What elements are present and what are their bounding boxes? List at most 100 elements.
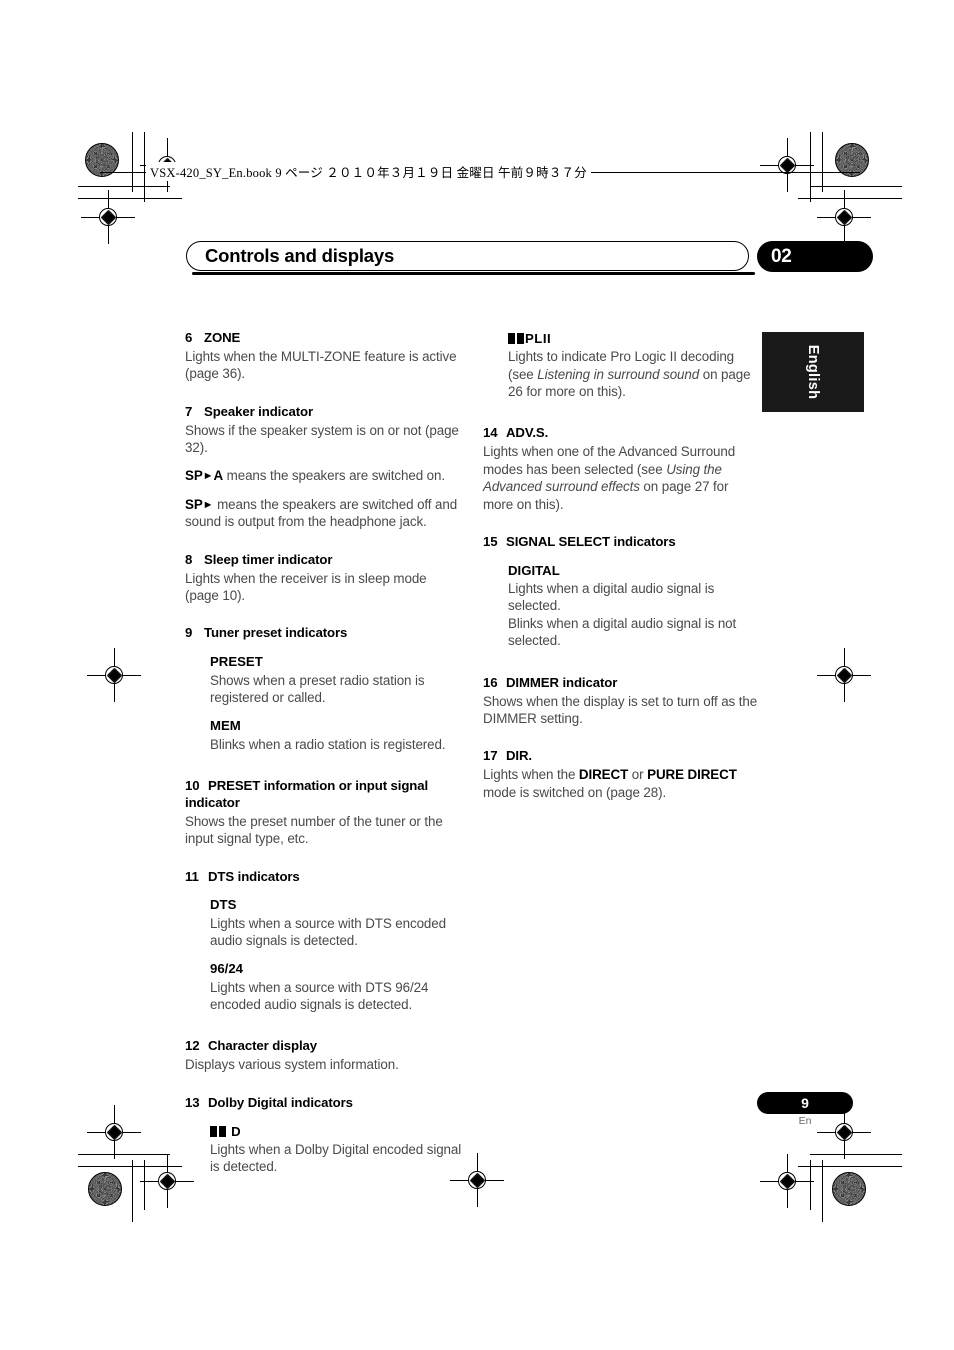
entry-17-number: 17: [483, 748, 498, 764]
pl2-body-italic: Listening in surround sound: [537, 366, 700, 382]
entry-7-note-2: SP► means the speakers are switched off …: [185, 496, 463, 531]
page-number: 9: [801, 1095, 809, 1111]
left-column: 6 ZONE Lights when the MULTI-ZONE feature…: [185, 330, 463, 1188]
entry-6-number: 6: [185, 330, 193, 345]
entry-14-body: Lights when one of the Advanced Surround…: [483, 443, 761, 513]
entry-17-title: DIR.: [506, 748, 532, 764]
entry-8-heading: 8 Sleep timer indicator: [185, 552, 463, 569]
page-number-suffix: En: [798, 1115, 812, 1127]
crop-mark-top-right-h1: [810, 186, 902, 188]
entry-13-sub-dolby-d-label: D: [210, 1123, 463, 1140]
entry-15-sub-digital-body-2: Blinks when a digital audio signal is no…: [508, 615, 737, 649]
crop-mark-top-left-h2: [78, 198, 182, 200]
entry-9-sub-mem: MEM Blinks when a radio station is regis…: [210, 717, 463, 753]
crop-mark-bottom-left-v2: [144, 1160, 146, 1210]
entry-10-title: PRESET information or input signal indic…: [185, 777, 429, 810]
dolby-double-d-icon: [218, 1125, 226, 1137]
entry-9-sub-mem-body: Blinks when a radio station is registere…: [210, 736, 446, 752]
play-triangle-icon: ►: [202, 470, 214, 483]
entry-13-sub-pl2-block: PLII Lights to indicate Pro Logic II dec…: [508, 330, 761, 400]
entry-11-sub-dts-label: DTS: [210, 897, 237, 913]
entry-17-body-part-1: Lights when the: [483, 767, 579, 783]
entry-7-body: Shows if the speaker system is on or not…: [185, 422, 459, 456]
entry-13-sub-dolby-d-text: D: [231, 1123, 242, 1139]
entry-7-note-1-rest: means the speakers are switched on.: [223, 468, 445, 484]
entry-6-title: ZONE: [204, 330, 241, 345]
entry-17-body: Lights when the DIRECT or PURE DIRECT mo…: [483, 766, 761, 801]
entry-13-sub-pl2-body: Lights to indicate Pro Logic II decoding…: [508, 348, 761, 400]
entry-7-note-1-bold: SP: [185, 468, 203, 484]
page-title: Controls and displays: [205, 245, 395, 266]
play-triangle-icon: ►: [202, 498, 214, 511]
entry-9-sub-mem-label: MEM: [210, 718, 241, 734]
registration-mark-bottom-left-inner: [140, 1154, 194, 1208]
entry-15-sub-digital: DIGITAL Lights when a digital audio sign…: [508, 562, 761, 650]
entry-12-number: 12: [185, 1038, 200, 1054]
entry-7-heading: 7 Speaker indicator: [185, 404, 463, 421]
dolby-double-d-icon: [210, 1125, 217, 1137]
entry-15-sub-digital-label: DIGITAL: [508, 562, 560, 578]
halftone-target-bottom-left: [88, 1172, 122, 1206]
entry-11-sub-dts-body: Lights when a source with DTS encoded au…: [210, 915, 446, 949]
entry-10-body: Shows the preset number of the tuner or …: [185, 813, 443, 847]
entry-16-title: DIMMER indicator: [506, 674, 618, 690]
registration-mark-left-upper: [81, 190, 135, 244]
entry-14-heading: 14 ADV.S.: [483, 425, 761, 442]
entry-13-title: Dolby Digital indicators: [208, 1094, 353, 1110]
entry-13-sub-dolby-d-body: Lights when a Dolby Digital encoded sign…: [210, 1141, 462, 1175]
entry-8-sleep-timer-indicator: 8 Sleep timer indicator Lights when the r…: [185, 552, 463, 605]
chapter-number-badge: 02: [757, 241, 873, 272]
entry-17-body-bold-1: DIRECT: [578, 767, 629, 783]
entry-15-signal-select-indicators: 15 SIGNAL SELECT indicators DIGITAL Light…: [483, 534, 761, 650]
entry-17-body-part-3: mode is switched on (page 28).: [483, 784, 667, 800]
registration-mark-left-middle: [87, 648, 141, 702]
entry-6-zone: 6 ZONE Lights when the MULTI-ZONE feature…: [185, 330, 463, 383]
page-number-badge: 9: [757, 1092, 853, 1114]
entry-8-title: Sleep timer indicator: [204, 551, 333, 567]
entry-15-heading: 15 SIGNAL SELECT indicators: [483, 534, 761, 551]
entry-13-sub-pl2: PLII Lights to indicate Pro Logic II dec…: [483, 330, 761, 400]
entry-15-title: SIGNAL SELECT indicators: [506, 534, 676, 549]
entry-13-sub-dolby-d: D Lights when a Dolby Digital encoded si…: [210, 1123, 463, 1176]
entry-12-body: Displays various system information.: [185, 1057, 399, 1073]
entry-14-number: 14: [483, 425, 498, 441]
entry-14-title: ADV.S.: [506, 425, 549, 441]
entry-11-sub-9624-body: Lights when a source with DTS 96/24 enco…: [210, 979, 429, 1013]
entry-14-adv-s: 14 ADV.S. Lights when one of the Advanced…: [483, 425, 761, 513]
entry-11-title: DTS indicators: [208, 868, 300, 884]
entry-9-sub-preset-body: Shows when a preset radio station is reg…: [210, 672, 425, 705]
chapter-title-bar: Controls and displays: [186, 241, 749, 271]
entry-16-number: 16: [483, 674, 498, 690]
entry-9-sub-preset: PRESET Shows when a preset radio station…: [210, 653, 463, 706]
entry-7-number: 7: [185, 403, 193, 419]
crop-mark-bottom-left-v1: [132, 1160, 134, 1222]
title-bar-shadow: [192, 272, 755, 275]
entry-13-number: 13: [185, 1094, 200, 1110]
entry-7-speaker-indicator: 7 Speaker indicator Shows if the speaker …: [185, 404, 463, 531]
entry-12-heading: 12 Character display: [185, 1038, 463, 1055]
crop-mark-bottom-right-v1: [822, 1160, 824, 1222]
entry-11-heading: 11 DTS indicators: [185, 869, 463, 886]
dolby-double-d-icon: [516, 333, 524, 344]
entry-15-number: 15: [483, 534, 498, 549]
crop-mark-bottom-left-h1: [78, 1154, 170, 1156]
crop-mark-top-left-v1: [132, 132, 134, 192]
registration-mark-top-right-inner: [760, 138, 814, 192]
entry-13-sub-pl2-label: PLII: [508, 330, 761, 347]
entry-13-heading: 13 Dolby Digital indicators: [185, 1095, 463, 1112]
registration-mark-right-middle: [817, 648, 871, 702]
print-header-text: VSX-420_SY_En.book 9 ページ ２０１０年３月１９日 金曜日 …: [146, 162, 591, 181]
registration-mark-right-upper: [817, 190, 871, 244]
entry-10-preset-information: 10 PRESET information or input signal ind…: [185, 778, 463, 848]
entry-12-title: Character display: [208, 1038, 317, 1054]
entry-16-heading: 16 DIMMER indicator: [483, 675, 761, 692]
